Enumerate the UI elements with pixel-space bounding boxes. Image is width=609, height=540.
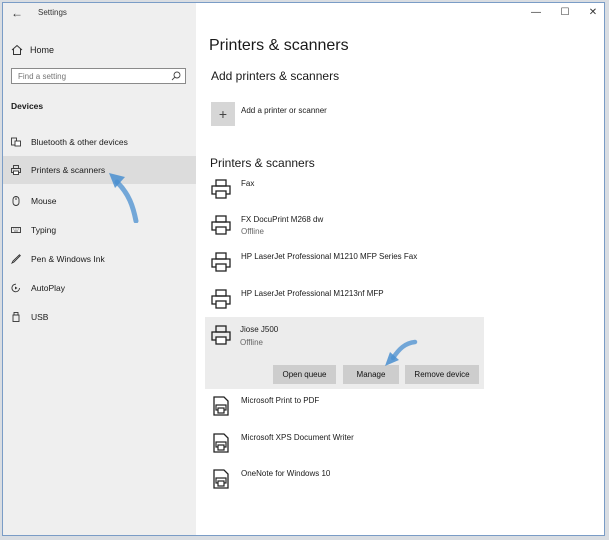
sidebar-item-bluetooth[interactable]: Bluetooth & other devices (3, 128, 196, 156)
sidebar-item-autoplay[interactable]: AutoPlay (3, 274, 196, 302)
search-icon[interactable] (171, 71, 181, 81)
printer-icon (211, 215, 231, 235)
sidebar-item-label: Pen & Windows Ink (31, 254, 105, 264)
printer-status: Offline (240, 338, 263, 347)
mouse-icon (12, 196, 20, 206)
printer-icon (11, 165, 21, 175)
manage-button[interactable]: Manage (343, 365, 399, 384)
printer-icon (211, 179, 231, 199)
printer-name: Microsoft XPS Document Writer (241, 433, 354, 442)
home-label: Home (30, 45, 55, 55)
home-icon (11, 44, 23, 55)
printer-name: OneNote for Windows 10 (241, 469, 331, 478)
document-printer-icon (213, 396, 229, 416)
printer-icon (211, 325, 231, 345)
autoplay-icon (11, 283, 20, 293)
remove-device-button[interactable]: Remove device (405, 365, 479, 384)
window-title: Settings (38, 8, 67, 17)
main-content: Printers & scanners Add printers & scann… (196, 3, 604, 535)
page-title: Printers & scanners (209, 37, 349, 54)
sidebar-item-label: Bluetooth & other devices (31, 137, 128, 147)
add-section-heading: Add printers & scanners (211, 69, 340, 83)
printer-item[interactable]: Microsoft Print to PDF (211, 396, 471, 422)
printer-name: Fax (241, 179, 255, 188)
printer-name: FX DocuPrint M268 dw (241, 215, 324, 224)
printer-item[interactable]: HP LaserJet Professional M1210 MFP Serie… (211, 252, 471, 278)
document-printer-icon (213, 469, 229, 489)
sidebar-item-label: Printers & scanners (31, 165, 106, 175)
sidebar-item-label: AutoPlay (31, 283, 66, 293)
printer-item[interactable]: Fax (211, 179, 471, 205)
sidebar-item-label: USB (31, 312, 49, 322)
printer-name: Microsoft Print to PDF (241, 396, 320, 405)
back-button[interactable]: ← (9, 5, 25, 21)
sidebar-item-typing[interactable]: Typing (3, 216, 196, 244)
sidebar-item-pen[interactable]: Pen & Windows Ink (3, 245, 196, 273)
usb-icon (12, 312, 20, 322)
sidebar-item-label: Typing (31, 225, 57, 235)
add-printer-label: Add a printer or scanner (241, 106, 327, 115)
printer-name: Jiose J500 (240, 325, 279, 334)
sidebar-item-printers[interactable]: Printers & scanners (3, 156, 196, 184)
printer-status: Offline (241, 227, 264, 236)
keyboard-small-icon (11, 227, 21, 233)
printer-icon (211, 252, 231, 272)
open-queue-button[interactable]: Open queue (273, 365, 336, 384)
home-link[interactable]: Home (11, 42, 161, 58)
pen-icon (11, 254, 21, 264)
printer-item[interactable]: HP LaserJet Professional M1213nf MFP (211, 289, 471, 315)
printer-name: HP LaserJet Professional M1213nf MFP (241, 289, 384, 298)
settings-window: ← Settings Home Devices Bluetooth & othe… (2, 2, 605, 536)
add-printer-button[interactable]: + Add a printer or scanner (211, 102, 327, 126)
document-printer-icon (213, 433, 229, 453)
printer-item[interactable]: FX DocuPrint M268 dw Offline (211, 215, 471, 241)
printer-icon (211, 289, 231, 309)
sidebar-item-usb[interactable]: USB (3, 303, 196, 331)
search-box[interactable] (11, 68, 186, 84)
printer-item[interactable]: OneNote for Windows 10 (211, 469, 471, 495)
plus-icon: + (211, 102, 235, 126)
title-bar: ← Settings (3, 3, 196, 25)
sidebar: ← Settings Home Devices Bluetooth & othe… (3, 3, 196, 535)
sidebar-item-mouse[interactable]: Mouse (3, 187, 196, 215)
search-input[interactable] (12, 70, 170, 82)
sidebar-item-label: Mouse (31, 196, 57, 206)
devices-section-label: Devices (11, 101, 44, 111)
printer-item-selected[interactable]: Jiose J500 Offline Open queue Manage Rem… (205, 317, 484, 389)
printers-section-heading: Printers & scanners (210, 156, 315, 170)
printer-name: HP LaserJet Professional M1210 MFP Serie… (241, 252, 418, 261)
keyboard-icon (11, 137, 21, 147)
printer-item[interactable]: Microsoft XPS Document Writer (211, 433, 471, 459)
